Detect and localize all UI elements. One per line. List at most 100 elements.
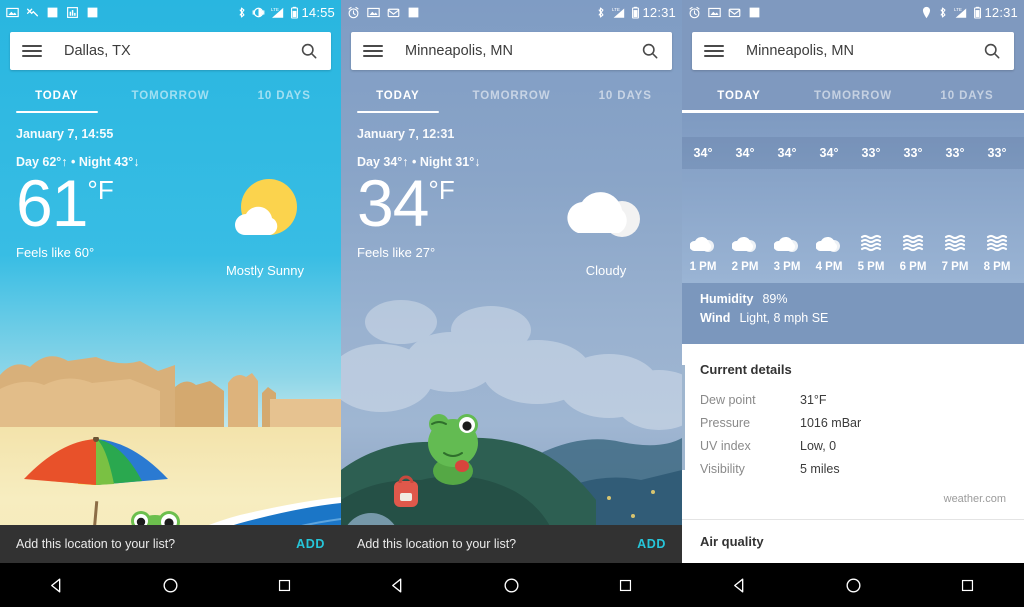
hourly-temp: 34° — [693, 146, 713, 160]
tab-bar: TODAY TOMORROW 10 DAYS — [0, 79, 341, 113]
home-circle-icon[interactable] — [836, 568, 870, 602]
location-label[interactable]: Dallas, TX — [42, 43, 299, 59]
app-icon — [86, 6, 99, 19]
hamburger-icon[interactable] — [22, 45, 42, 57]
app-icon — [46, 6, 59, 19]
app-icon — [407, 6, 420, 19]
hourly-time: 4 PM — [815, 261, 843, 273]
search-bar[interactable]: Minneapolis, MN — [351, 32, 672, 70]
search-icon[interactable] — [640, 41, 660, 61]
weather-attribution[interactable]: weather.com — [700, 485, 1006, 511]
battery-icon — [290, 6, 299, 19]
recents-square-icon[interactable] — [267, 568, 301, 602]
image-icon — [367, 6, 380, 19]
hourly-temp: 34° — [819, 146, 839, 160]
detail-value: Low, 0 — [800, 439, 837, 453]
hourly-temp: 32° — [1018, 146, 1024, 160]
tab-today[interactable]: TODAY — [682, 79, 796, 113]
location-label[interactable]: Minneapolis, MN — [724, 43, 982, 59]
add-button[interactable]: ADD — [637, 537, 666, 551]
tab-10-days[interactable]: 10 DAYS — [227, 79, 341, 113]
hourly-time: 5 PM — [857, 261, 885, 273]
search-icon[interactable] — [982, 41, 1002, 61]
image-icon — [6, 6, 19, 19]
fog-icon — [892, 234, 934, 254]
table-row: Pressure 1016 mBar — [700, 416, 1006, 430]
tab-10-days[interactable]: 10 DAYS — [910, 79, 1024, 113]
status-bar-clock: 12:31 — [984, 4, 1018, 20]
table-row: Dew point 31°F — [700, 393, 1006, 407]
hourly-time: 8 PM — [983, 261, 1011, 273]
svg-text:LTE: LTE — [954, 6, 962, 11]
snackbar-message: Add this location to your list? — [357, 537, 517, 551]
status-bar-right-icons: LTE — [921, 6, 982, 19]
missed-call-icon — [26, 6, 39, 19]
feels-like-label: Feels like 60° — [16, 245, 95, 261]
feels-like-label: Feels like 27° — [357, 245, 436, 261]
lte-signal-icon: LTE — [270, 6, 285, 19]
phone-screen-dallas: LTE 14:55 Dallas, TX TODAY TOMORROW 10 D… — [0, 0, 341, 607]
air-quality-card[interactable]: Air quality — [682, 520, 1024, 563]
current-temperature: 34 °F — [357, 166, 546, 240]
tab-tomorrow[interactable]: TOMORROW — [114, 79, 228, 113]
air-quality-title: Air quality — [700, 534, 764, 549]
location-pin-icon — [921, 6, 932, 19]
mail-icon — [387, 6, 400, 19]
status-bar-left-icons — [688, 6, 761, 19]
recents-square-icon[interactable] — [950, 568, 984, 602]
location-label[interactable]: Minneapolis, MN — [383, 43, 640, 59]
tab-bar: TODAY TOMORROW 10 DAYS — [682, 79, 1024, 113]
scrollbar[interactable] — [682, 365, 685, 470]
home-circle-icon[interactable] — [153, 568, 187, 602]
humidity-wind-block: Humidity 89% Wind Light, 8 mph SE — [682, 283, 1024, 344]
home-circle-icon[interactable] — [494, 568, 528, 602]
search-bar[interactable]: Minneapolis, MN — [692, 32, 1014, 70]
wind-value: Light, 8 mph SE — [739, 311, 829, 325]
search-icon[interactable] — [299, 41, 319, 61]
current-conditions: January 7, 12:31 Day 34°↑ • Night 31°↓ 3… — [341, 113, 682, 278]
hamburger-icon[interactable] — [363, 45, 383, 57]
tab-tomorrow[interactable]: TOMORROW — [796, 79, 910, 113]
tab-10-days[interactable]: 10 DAYS — [568, 79, 682, 113]
hourly-forecast-chart[interactable]: 34° 34° 34° 34° 33° 33° 33° 33° 32° — [682, 113, 1024, 283]
temperature-value: 34 — [357, 166, 429, 240]
toolbar: Minneapolis, MN — [341, 24, 682, 70]
back-triangle-icon[interactable] — [722, 568, 756, 602]
hamburger-icon[interactable] — [704, 45, 724, 57]
current-datetime: January 7, 14:55 — [16, 127, 114, 141]
temperature-graph-area — [682, 169, 1024, 227]
fog-icon — [976, 234, 1018, 254]
current-datetime: January 7, 12:31 — [357, 127, 455, 141]
chart-icon — [66, 6, 79, 19]
bluetooth-icon — [937, 6, 948, 19]
detail-value: 5 miles — [800, 462, 840, 476]
phone-screen-minneapolis-today: LTE 12:31 Minneapolis, MN TODAY TOMORROW… — [341, 0, 682, 607]
hourly-time: 3 PM — [773, 261, 801, 273]
tab-tomorrow[interactable]: TOMORROW — [455, 79, 569, 113]
android-nav-bar — [0, 563, 341, 607]
recents-square-icon[interactable] — [608, 568, 642, 602]
lte-signal-icon: LTE — [953, 6, 968, 19]
current-conditions: January 7, 14:55 Day 62°↑ • Night 43°↓ 6… — [0, 113, 341, 278]
detail-value: 31°F — [800, 393, 827, 407]
tab-today[interactable]: TODAY — [341, 79, 455, 113]
frog-mascot-icon — [428, 414, 478, 485]
back-triangle-icon[interactable] — [40, 568, 74, 602]
back-triangle-icon[interactable] — [381, 568, 415, 602]
android-nav-bar — [341, 563, 682, 607]
search-bar[interactable]: Dallas, TX — [10, 32, 331, 70]
bluetooth-icon — [236, 6, 247, 19]
status-bar-left-icons — [6, 6, 99, 19]
hourly-time: 1 PM — [689, 261, 717, 273]
add-button[interactable]: ADD — [296, 537, 325, 551]
hourly-time: 6 PM — [899, 261, 927, 273]
phone-screen-minneapolis-details: LTE 12:31 Minneapolis, MN TODAY TOMORROW… — [682, 0, 1024, 607]
fog-icon — [850, 234, 892, 254]
temperature-value: 61 — [16, 166, 88, 240]
status-bar-clock: 12:31 — [642, 4, 676, 20]
hourly-temperature-row: 34° 34° 34° 34° 33° 33° 33° 33° 32° — [682, 137, 1024, 169]
tab-today[interactable]: TODAY — [0, 79, 114, 113]
mostly-sunny-icon — [205, 177, 325, 247]
current-details-title: Current details — [700, 362, 792, 377]
status-bar-clock: 14:55 — [301, 4, 335, 20]
